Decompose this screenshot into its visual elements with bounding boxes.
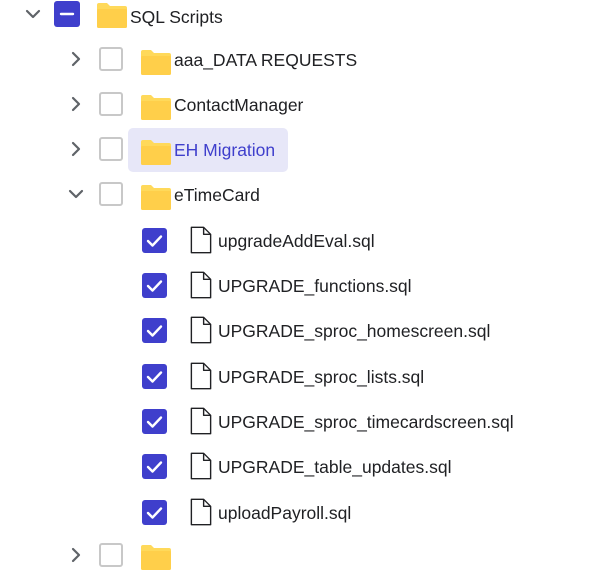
tree-row-file: upgradeAddEval.sql (0, 222, 602, 258)
tree-item-file[interactable]: UPGRADE_sproc_timecardscreen.sql (180, 404, 540, 440)
checkmark-icon (146, 461, 163, 473)
tree-item-label: ContactManager (174, 95, 304, 115)
folder-checkbox[interactable] (99, 543, 123, 567)
checkmark-icon (146, 371, 163, 383)
tree-item-folder[interactable]: eTimeCard (135, 177, 285, 213)
tree-item-folder-selected[interactable]: EH Migration (128, 128, 288, 172)
tree-item-file[interactable]: UPGRADE_sproc_lists.sql (180, 359, 460, 395)
tree-row-folder: aaa_DATA REQUESTS (0, 41, 602, 77)
file-checkbox[interactable] (142, 318, 167, 343)
folder-checkbox[interactable] (99, 137, 123, 161)
tree-row-root: SQL Scripts (0, 0, 602, 32)
file-checkbox[interactable] (142, 454, 167, 479)
tree-item-label: upgradeAddEval.sql (218, 231, 375, 251)
file-icon (190, 498, 212, 526)
tree-item-file[interactable]: UPGRADE_functions.sql (180, 268, 430, 304)
file-checkbox[interactable] (142, 364, 167, 389)
file-checkbox[interactable] (142, 500, 167, 525)
tree-item-folder[interactable]: aaa_DATA REQUESTS (135, 42, 375, 78)
tree-row-folder: EH Migration (0, 128, 602, 172)
tree-row-folder: ContactManager (0, 86, 602, 122)
chevron-right-icon[interactable] (64, 92, 88, 116)
tree-item-label: eTimeCard (174, 185, 260, 205)
tree-item-folder[interactable]: ContactManager (135, 87, 315, 123)
file-icon (190, 271, 212, 299)
root-checkbox[interactable] (54, 1, 80, 27)
folder-icon (141, 185, 171, 210)
tree-item-file[interactable]: UPGRADE_table_updates.sql (180, 449, 480, 485)
folder-checkbox[interactable] (99, 92, 123, 116)
folder-checkbox[interactable] (99, 47, 123, 71)
file-icon (190, 316, 212, 344)
checkmark-icon (146, 325, 163, 337)
folder-checkbox[interactable] (99, 182, 123, 206)
checkmark-icon (146, 235, 163, 247)
chevron-down-icon[interactable] (64, 182, 88, 206)
checkmark-icon (146, 280, 163, 292)
chevron-right-icon[interactable] (64, 137, 88, 161)
chevron-right-icon[interactable] (64, 47, 88, 71)
tree-row-file: UPGRADE_sproc_timecardscreen.sql (0, 403, 602, 439)
checkmark-icon (146, 507, 163, 519)
tree-row-file: UPGRADE_table_updates.sql (0, 448, 602, 484)
tree-row-folder-partial (0, 537, 602, 573)
tree-item-root[interactable]: SQL Scripts (94, 0, 234, 33)
folder-icon (141, 545, 171, 570)
folder-icon (141, 140, 171, 165)
tree-item-file[interactable]: uploadPayroll.sql (180, 495, 380, 531)
file-icon (190, 407, 212, 435)
file-checkbox[interactable] (142, 409, 167, 434)
file-icon (190, 362, 212, 390)
minus-icon (59, 12, 75, 16)
tree-row-file: UPGRADE_functions.sql (0, 267, 602, 303)
tree-item-label: UPGRADE_sproc_lists.sql (218, 367, 425, 387)
tree-item-label: UPGRADE_sproc_homescreen.sql (218, 321, 491, 341)
tree-item-file[interactable]: UPGRADE_sproc_homescreen.sql (180, 313, 510, 349)
tree-item-label: EH Migration (174, 140, 276, 160)
tree-item-label: uploadPayroll.sql (218, 503, 352, 523)
tree-item-label: UPGRADE_functions.sql (218, 276, 412, 296)
file-icon (190, 452, 212, 480)
tree-row-folder: eTimeCard (0, 176, 602, 212)
checkmark-icon (146, 416, 163, 428)
tree-item-label: UPGRADE_sproc_timecardscreen.sql (218, 412, 514, 432)
tree-row-file: uploadPayroll.sql (0, 494, 602, 530)
tree-item-file[interactable]: upgradeAddEval.sql (180, 223, 400, 259)
chevron-right-icon[interactable] (64, 543, 88, 567)
folder-icon (141, 50, 171, 75)
chevron-down-icon[interactable] (21, 2, 45, 26)
folder-icon (97, 3, 127, 28)
tree-row-file: UPGRADE_sproc_homescreen.sql (0, 312, 602, 348)
tree-row-file: UPGRADE_sproc_lists.sql (0, 358, 602, 394)
tree-item-label: SQL Scripts (130, 7, 223, 27)
file-checkbox[interactable] (142, 228, 167, 253)
tree-item-label: aaa_DATA REQUESTS (174, 50, 358, 70)
tree-item-label: UPGRADE_table_updates.sql (218, 457, 452, 477)
folder-icon (141, 95, 171, 120)
file-icon (190, 226, 212, 254)
file-checkbox[interactable] (142, 273, 167, 298)
